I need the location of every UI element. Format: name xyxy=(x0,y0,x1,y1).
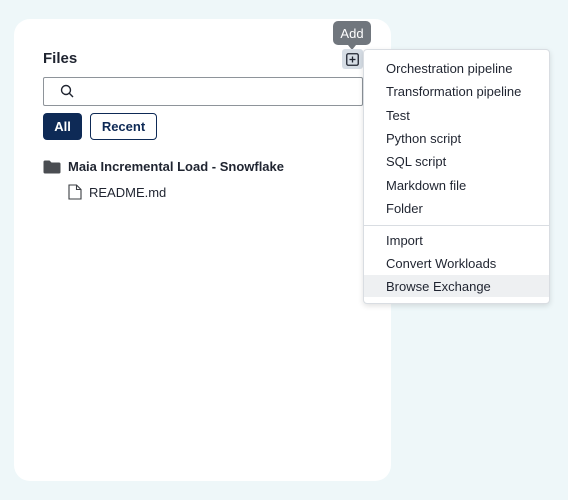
folder-icon xyxy=(43,160,61,174)
tree-file-item[interactable]: README.md xyxy=(68,184,166,200)
add-tooltip: Add xyxy=(333,21,371,50)
search-field[interactable] xyxy=(43,77,363,106)
add-menu: Orchestration pipeline Transformation pi… xyxy=(363,49,550,304)
menu-item-convert-workloads[interactable]: Convert Workloads xyxy=(364,252,549,274)
menu-item-test[interactable]: Test xyxy=(364,104,549,126)
search-icon xyxy=(60,84,74,103)
menu-item-python-script[interactable]: Python script xyxy=(364,127,549,149)
tree-folder-item[interactable]: Maia Incremental Load - Snowflake xyxy=(43,159,284,174)
menu-item-orchestration-pipeline[interactable]: Orchestration pipeline xyxy=(364,57,549,79)
file-icon xyxy=(68,184,82,200)
file-label: README.md xyxy=(89,184,167,200)
filter-recent-button[interactable]: Recent xyxy=(90,113,157,140)
filter-all-button[interactable]: All xyxy=(43,113,82,140)
add-square-icon xyxy=(346,52,359,66)
menu-item-folder[interactable]: Folder xyxy=(364,197,549,219)
search-input[interactable] xyxy=(84,81,358,103)
menu-divider xyxy=(364,225,549,226)
menu-item-transformation-pipeline[interactable]: Transformation pipeline xyxy=(364,80,549,102)
menu-item-markdown-file[interactable]: Markdown file xyxy=(364,174,549,196)
menu-item-sql-script[interactable]: SQL script xyxy=(364,150,549,172)
folder-label: Maia Incremental Load - Snowflake xyxy=(68,159,284,174)
panel-title: Files xyxy=(43,50,78,67)
menu-item-import[interactable]: Import xyxy=(364,229,549,251)
add-button[interactable] xyxy=(342,49,363,69)
menu-item-browse-exchange[interactable]: Browse Exchange xyxy=(364,275,549,297)
